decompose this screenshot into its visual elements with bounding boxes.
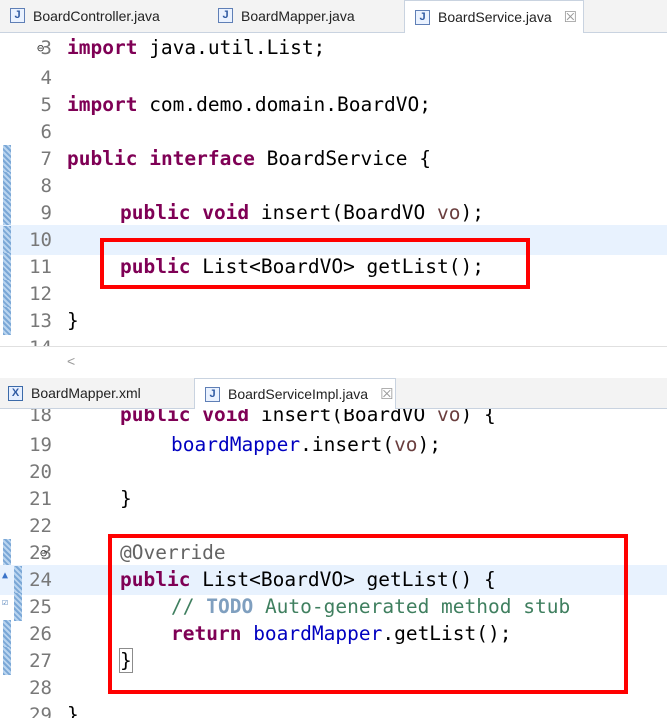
top-editor-pane: J BoardController.java J BoardMapper.jav… [0, 0, 667, 378]
code-text: com.demo.domain.BoardVO; [137, 93, 431, 116]
tab-board-controller[interactable]: J BoardController.java [0, 0, 160, 31]
code-text: BoardService { [254, 147, 431, 170]
keyword: import [67, 36, 138, 59]
code-line: 21 } [0, 484, 667, 514]
variable: vo [394, 433, 418, 456]
line-number: 27 [29, 650, 52, 672]
tab-board-mapper-xml[interactable]: X BoardMapper.xml [0, 378, 141, 408]
code-text: } [120, 487, 132, 510]
code-line: 7 public interface BoardService { [0, 144, 667, 174]
tab-label: BoardServiceImpl.java [228, 386, 369, 402]
line-number: 3 [40, 37, 52, 59]
keyword: import [67, 93, 138, 116]
bottom-editor-pane: 18 public void insert(BoardVO vo) { 19 b… [0, 378, 667, 718]
code-line: 9 public void insert(BoardVO vo); [0, 198, 667, 228]
line-number: 8 [40, 175, 52, 197]
code-text: .insert( [300, 433, 395, 456]
tab-board-service[interactable]: J BoardService.java ☒ [404, 0, 584, 33]
horizontal-scrollbar[interactable]: < [0, 346, 667, 378]
highlight-box [100, 238, 530, 289]
java-file-icon: J [10, 8, 25, 23]
line-number: 29 [29, 704, 52, 718]
close-tab-icon[interactable]: ☒ [564, 8, 577, 26]
line-number: 20 [29, 461, 52, 483]
xml-file-icon: X [8, 385, 23, 401]
bottom-editor-tabbar: X BoardMapper.xml J BoardServiceImpl.jav… [0, 378, 667, 409]
code-line: 13 } [0, 306, 667, 336]
highlight-box [108, 534, 628, 694]
code-text: ); [460, 201, 484, 224]
tab-label: BoardController.java [33, 7, 160, 24]
fold-toggle-icon[interactable]: ⊖ [40, 542, 47, 564]
line-number: 9 [40, 202, 52, 224]
code-line: 4 [0, 63, 667, 93]
java-file-icon: J [205, 386, 220, 402]
line-number: 13 [29, 310, 52, 332]
line-number: 22 [29, 515, 52, 537]
code-line: 3 ⊖ import java.util.List; [0, 33, 667, 63]
top-editor-tabbar: J BoardController.java J BoardMapper.jav… [0, 0, 667, 33]
keyword: void [202, 201, 250, 224]
line-number: 11 [29, 256, 52, 278]
variable: vo [437, 201, 461, 224]
line-number: 7 [40, 148, 52, 170]
line-number: 24 [29, 569, 52, 591]
keyword: public [67, 147, 138, 170]
code-text: ); [417, 433, 442, 456]
code-line: 5 import com.demo.domain.BoardVO; [0, 90, 667, 120]
code-line: 6 [0, 117, 667, 147]
code-line: 20 [0, 457, 667, 487]
line-number: 28 [29, 677, 52, 699]
code-text: java.util.List; [137, 36, 326, 59]
line-number: 5 [40, 94, 52, 116]
scroll-left-icon[interactable]: < [67, 353, 75, 369]
close-tab-icon[interactable]: ☒ [380, 385, 393, 403]
line-number: 4 [40, 67, 52, 89]
fold-toggle-icon[interactable]: ⊖ [37, 37, 44, 59]
code-line: 19 boardMapper.insert(vo); [0, 430, 667, 460]
tab-label: BoardService.java [438, 9, 552, 25]
code-line: 8 [0, 171, 667, 201]
tab-label: BoardMapper.xml [31, 385, 141, 401]
line-number: 6 [40, 121, 52, 143]
code-text: } [67, 703, 79, 718]
line-number: 10 [29, 229, 52, 251]
code-text: insert(BoardVO [249, 201, 438, 224]
keyword: interface [149, 147, 255, 170]
line-number: 19 [29, 434, 52, 456]
line-number: 26 [29, 623, 52, 645]
line-number: 21 [29, 488, 52, 510]
java-file-icon: J [415, 9, 430, 25]
tab-label: BoardMapper.java [241, 7, 355, 24]
tab-board-mapper-java[interactable]: J BoardMapper.java [208, 0, 355, 31]
keyword: public [120, 201, 191, 224]
code-text: } [67, 309, 79, 332]
line-number: 25 [29, 596, 52, 618]
field: boardMapper [171, 433, 301, 456]
line-number: 12 [29, 283, 52, 305]
code-line: 29 } [0, 700, 667, 718]
java-file-icon: J [218, 8, 233, 23]
tab-board-service-impl[interactable]: J BoardServiceImpl.java ☒ [194, 378, 396, 409]
line-number: 23 [29, 542, 52, 564]
